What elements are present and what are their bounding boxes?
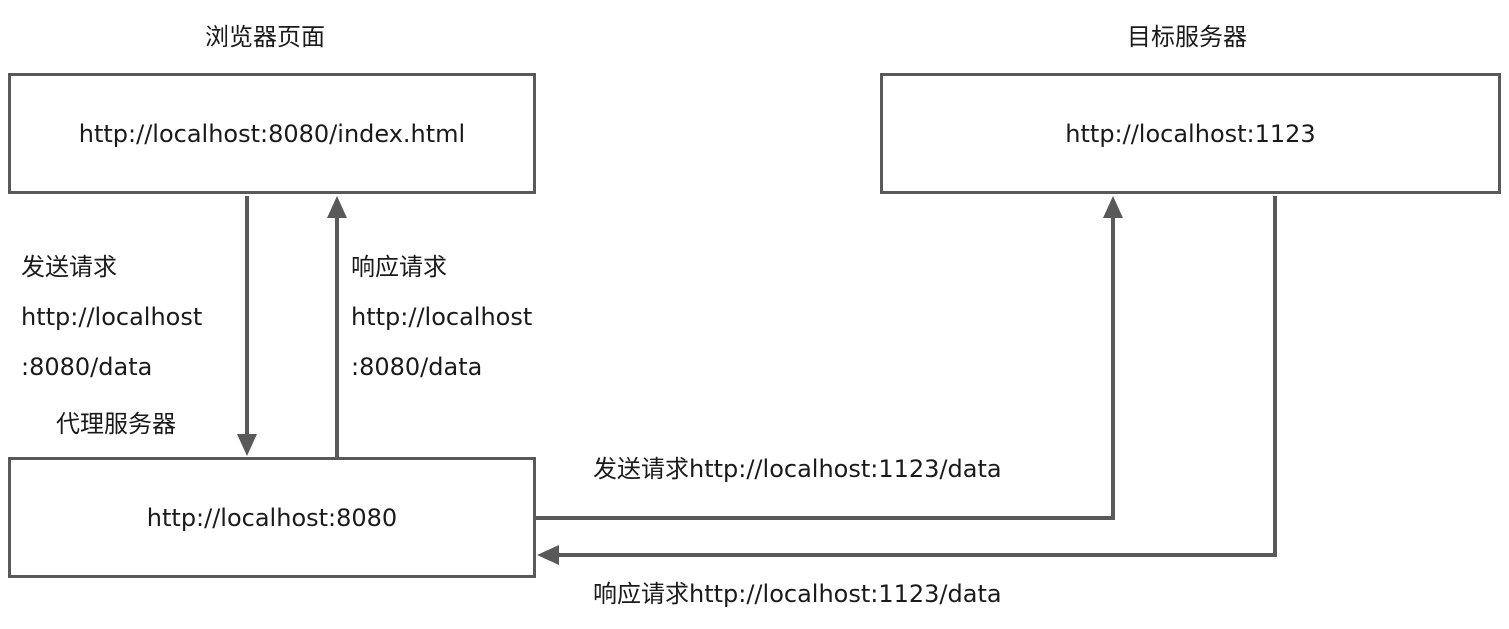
arrow-target-to-proxy xyxy=(545,196,1277,557)
browser-to-proxy-label: 发送请求 http://localhost :8080/data xyxy=(21,242,202,392)
proxy-to-browser-label: 响应请求 http://localhost :8080/data xyxy=(351,242,532,392)
arrowhead-browser-to-proxy xyxy=(237,434,257,456)
arrowhead-proxy-to-browser xyxy=(327,196,347,218)
target-title: 目标服务器 xyxy=(1127,23,1247,51)
browser-node: http://localhost:8080/index.html xyxy=(8,73,536,194)
arrowhead-proxy-to-target xyxy=(1103,196,1123,218)
browser-to-proxy-label-line3: :8080/data xyxy=(21,353,153,381)
target-node: http://localhost:1123 xyxy=(880,73,1501,194)
browser-to-proxy-label-line1: 发送请求 xyxy=(21,253,117,281)
proxy-to-browser-label-line1: 响应请求 xyxy=(351,253,447,281)
proxy-to-target-label: 发送请求http://localhost:1123/data xyxy=(593,455,1002,483)
target-url: http://localhost:1123 xyxy=(1065,119,1316,148)
arrowhead-target-to-proxy xyxy=(537,545,559,565)
browser-title: 浏览器页面 xyxy=(205,23,325,51)
proxy-title: 代理服务器 xyxy=(56,410,176,438)
target-to-proxy-label: 响应请求http://localhost:1123/data xyxy=(593,580,1002,608)
proxy-to-browser-label-line3: :8080/data xyxy=(351,353,483,381)
proxy-url: http://localhost:8080 xyxy=(146,503,398,532)
browser-url: http://localhost:8080/index.html xyxy=(78,119,466,148)
proxy-node: http://localhost:8080 xyxy=(8,457,536,578)
browser-to-proxy-label-line2: http://localhost xyxy=(21,303,203,331)
proxy-to-browser-label-line2: http://localhost xyxy=(351,303,533,331)
